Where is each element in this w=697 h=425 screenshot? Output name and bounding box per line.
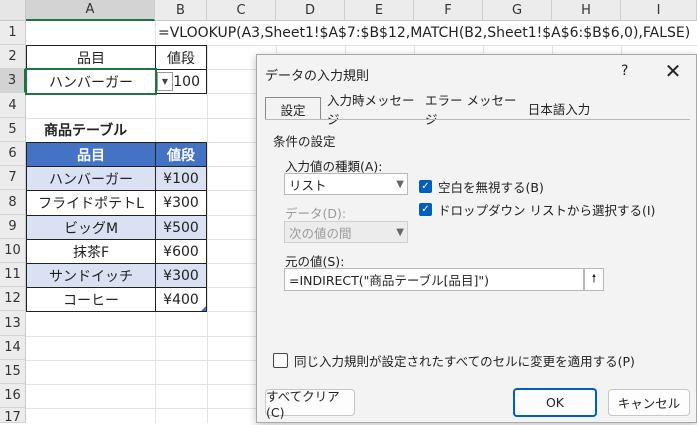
table-cell-item[interactable]: ハンバーガー: [26, 166, 156, 191]
row-header-8[interactable]: 8: [0, 190, 26, 215]
table-title: 商品テーブル: [44, 123, 128, 139]
column-header-f[interactable]: F: [414, 0, 483, 21]
table-cell-price[interactable]: ¥400: [155, 287, 207, 312]
row-header-9[interactable]: 9: [0, 215, 26, 239]
row-header-17[interactable]: 17: [0, 408, 26, 425]
allow-select[interactable]: リスト ▼: [284, 173, 408, 195]
row-header-2[interactable]: 2: [0, 45, 26, 69]
row-header-12[interactable]: 12: [0, 287, 26, 311]
data-select[interactable]: 次の値の間 ▼: [284, 221, 408, 243]
apply-all-checkbox-row[interactable]: 同じ入力規則が設定されたすべてのセルに変更を適用する(P): [273, 351, 635, 370]
table-cell-price[interactable]: ¥600: [155, 239, 207, 264]
table-resize-handle-icon[interactable]: [201, 306, 206, 311]
collapse-range-icon[interactable]: 🠕: [584, 268, 604, 291]
allow-select-value: リスト: [289, 177, 327, 193]
table-cell-item[interactable]: サンドイッチ: [26, 263, 156, 288]
chevron-down-icon: ▼: [396, 178, 404, 190]
table-cell-item[interactable]: ビッグM: [26, 215, 156, 240]
clear-all-button[interactable]: すべてクリア(C): [265, 389, 355, 420]
chevron-down-icon: ▼: [396, 226, 404, 238]
tab-settings[interactable]: 設定: [265, 97, 321, 120]
column-header-d[interactable]: D: [276, 0, 345, 21]
row-header-6[interactable]: 6: [0, 142, 26, 166]
ignore-blank-checkbox[interactable]: ✓: [419, 180, 432, 193]
in-cell-dropdown-label: ドロップダウン リストから選択する(I): [438, 203, 656, 218]
row-header-4[interactable]: 4: [0, 93, 26, 118]
column-header-b[interactable]: B: [155, 0, 207, 21]
row-header-16[interactable]: 16: [0, 384, 26, 408]
tab-divider: [265, 119, 690, 120]
lookup-header-price[interactable]: 値段: [155, 45, 207, 70]
dropdown-arrow-icon[interactable]: ▼: [157, 72, 173, 91]
table-cell-item[interactable]: 抹茶F: [26, 239, 156, 264]
row-header-14[interactable]: 14: [0, 336, 26, 360]
column-header-h[interactable]: H: [552, 0, 621, 21]
ignore-blank-checkbox-row[interactable]: ✓ 空白を無視する(B): [419, 177, 544, 196]
column-header-i[interactable]: I: [621, 0, 697, 21]
table-cell-item[interactable]: フライドポテトL: [26, 190, 156, 216]
table-cell-item[interactable]: コーヒー: [26, 287, 156, 312]
source-input-value: =INDIRECT("商品テーブル[品目]"): [289, 273, 490, 288]
lookup-header-item[interactable]: 品目: [26, 45, 156, 70]
source-input[interactable]: =INDIRECT("商品テーブル[品目]"): [284, 268, 584, 291]
apply-all-checkbox[interactable]: [273, 353, 288, 368]
close-icon[interactable]: ✕: [661, 59, 685, 83]
cancel-button[interactable]: キャンセル: [608, 389, 690, 416]
row-header-15[interactable]: 15: [0, 360, 26, 384]
tab-ime-mode[interactable]: 日本語入力: [523, 97, 595, 120]
dropdown-checkbox-row[interactable]: ✓ ドロップダウン リストから選択する(I): [419, 200, 655, 219]
section-label: 条件の設定: [273, 134, 336, 149]
row-header-3[interactable]: 3: [0, 69, 26, 93]
row-header-1[interactable]: 1: [0, 21, 26, 45]
row-header-7[interactable]: 7: [0, 166, 26, 190]
table-cell-price[interactable]: ¥300: [155, 263, 207, 288]
row-header-13[interactable]: 13: [0, 311, 26, 336]
table-header-item[interactable]: 品目: [26, 142, 156, 167]
data-select-value: 次の値の間: [289, 225, 352, 241]
in-cell-dropdown-checkbox[interactable]: ✓: [419, 203, 432, 216]
formula-text: =VLOOKUP(A3,Sheet1!$A$7:$B$12,MATCH(B2,S…: [158, 21, 695, 45]
column-header-a[interactable]: A: [26, 0, 155, 21]
table-cell-price[interactable]: ¥500: [155, 215, 207, 240]
ok-button[interactable]: OK: [513, 388, 597, 417]
column-header-g[interactable]: G: [483, 0, 552, 21]
row-header-10[interactable]: 10: [0, 239, 26, 263]
active-cell-selection: [25, 68, 157, 95]
table-cell-price[interactable]: ¥300: [155, 190, 207, 216]
tab-input-message[interactable]: 入力時メッセージ: [327, 93, 419, 127]
tab-error-alert[interactable]: エラー メッセージ: [425, 93, 517, 127]
row-header-11[interactable]: 11: [0, 263, 26, 287]
select-all-corner[interactable]: [0, 0, 26, 21]
data-label: データ(D):: [285, 206, 347, 221]
dialog-title: データの入力規則: [265, 69, 370, 84]
table-header-price[interactable]: 値段: [155, 142, 207, 167]
column-header-e[interactable]: E: [345, 0, 414, 21]
ignore-blank-label: 空白を無視する(B): [438, 180, 544, 195]
table-cell-price[interactable]: ¥100: [155, 166, 207, 191]
help-button[interactable]: ?: [621, 63, 628, 79]
column-header-c[interactable]: C: [207, 0, 276, 21]
gridline: [207, 21, 208, 423]
data-validation-dialog: データの入力規則 ? ✕ 設定 入力時メッセージ エラー メッセージ 日本語入力…: [256, 54, 697, 423]
row-header-5[interactable]: 5: [0, 118, 26, 142]
apply-all-label: 同じ入力規則が設定されたすべてのセルに変更を適用する(P): [294, 354, 635, 369]
